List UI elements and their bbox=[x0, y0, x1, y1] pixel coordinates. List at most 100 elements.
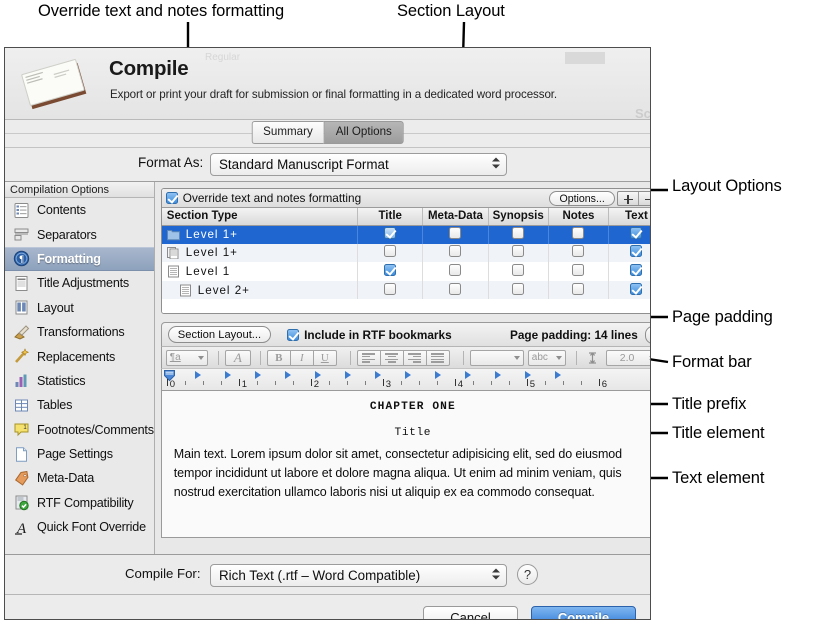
document-icon bbox=[167, 265, 180, 278]
table-row[interactable]: Level 1+ bbox=[161, 243, 650, 263]
ruler-number: 2 bbox=[313, 379, 320, 391]
align-right-icon[interactable] bbox=[402, 349, 427, 366]
title-prefix-text: CHAPTER ONE bbox=[369, 401, 456, 414]
notes-checkbox[interactable] bbox=[572, 245, 585, 258]
spelling-button[interactable]: abc bbox=[527, 349, 566, 366]
divider bbox=[259, 350, 261, 365]
add-layout-button[interactable] bbox=[618, 192, 640, 205]
options-button[interactable]: Options... bbox=[549, 191, 615, 206]
section-layout-button[interactable]: Section Layout... bbox=[167, 326, 272, 344]
synopsis-checkbox[interactable] bbox=[512, 245, 525, 258]
book-icon bbox=[21, 59, 87, 110]
sidebar-item-layout[interactable]: Layout bbox=[5, 296, 154, 320]
align-justify-icon[interactable] bbox=[425, 349, 450, 366]
title-element-text: Title bbox=[394, 427, 432, 440]
document-icon bbox=[179, 284, 192, 297]
line-spacing-icon bbox=[583, 350, 603, 366]
sidebar-title: Compilation Options bbox=[5, 182, 154, 198]
pilcrow-icon: ¶ bbox=[13, 250, 30, 267]
meta-data-checkbox[interactable] bbox=[449, 227, 462, 240]
column-header-text[interactable]: Text bbox=[608, 208, 650, 226]
dialog-buttons-row: Cancel Compile bbox=[5, 595, 650, 619]
table-row[interactable]: Level 1+ bbox=[161, 225, 650, 244]
line-spacing-stepper[interactable]: 2.0 bbox=[605, 349, 650, 366]
remove-layout-button[interactable] bbox=[639, 192, 650, 205]
text-style-group: B I U bbox=[266, 349, 337, 366]
font-button[interactable]: A bbox=[224, 349, 251, 366]
meta-data-checkbox[interactable] bbox=[449, 282, 462, 295]
sidebar-item-title-adjustments[interactable]: Title Adjustments bbox=[5, 271, 154, 295]
annotation-override-text: Override text and notes formatting bbox=[38, 2, 285, 20]
meta-data-checkbox[interactable] bbox=[449, 245, 462, 258]
sidebar-item-quick-font-override[interactable]: A Quick Font Override bbox=[5, 515, 154, 539]
synopsis-checkbox[interactable] bbox=[512, 263, 525, 276]
sidebar-item-footnotes-comments[interactable]: 1 Footnotes/Comments bbox=[5, 418, 154, 442]
text-checkbox[interactable] bbox=[630, 282, 643, 295]
divider bbox=[217, 350, 219, 365]
column-header-section-type[interactable]: Section Type bbox=[161, 208, 359, 226]
sidebar-item-rtf-compatibility[interactable]: RTF Compatibility bbox=[5, 491, 154, 515]
title-checkbox[interactable] bbox=[384, 227, 397, 240]
italic-button[interactable]: I bbox=[289, 349, 314, 366]
columns-icon bbox=[13, 299, 30, 316]
text-checkbox[interactable] bbox=[630, 227, 643, 240]
section-type-table: Section Type Title Meta-Data Synopsis No… bbox=[161, 208, 650, 300]
ruler-number: 4 bbox=[457, 379, 464, 391]
document-preview[interactable]: CHAPTER ONE Title Main text. Lorem ipsum… bbox=[160, 390, 650, 539]
column-header-synopsis[interactable]: Synopsis bbox=[488, 208, 549, 226]
sidebar-item-tables[interactable]: Tables bbox=[5, 393, 154, 417]
column-header-notes[interactable]: Notes bbox=[548, 208, 610, 226]
text-checkbox[interactable] bbox=[630, 263, 643, 276]
table-row[interactable]: Level 2+ bbox=[161, 280, 650, 300]
notes-checkbox[interactable] bbox=[572, 227, 585, 240]
align-left-icon[interactable] bbox=[356, 349, 381, 366]
formatting-pane: Override text and notes formatting Optio… bbox=[154, 182, 650, 554]
compile-button[interactable]: Compile bbox=[531, 606, 636, 619]
sidebar-item-label: Transformations bbox=[37, 325, 125, 340]
synopsis-checkbox[interactable] bbox=[512, 282, 525, 295]
sidebar-item-page-settings[interactable]: Page Settings bbox=[5, 442, 154, 466]
compile-for-select[interactable]: Rich Text (.rtf – Word Compatible) bbox=[210, 564, 507, 587]
override-checkbox[interactable] bbox=[165, 192, 178, 204]
table-row[interactable]: Level 1 bbox=[161, 262, 650, 281]
brush-icon bbox=[13, 324, 30, 341]
sidebar-item-formatting[interactable]: ¶ Formatting bbox=[5, 246, 154, 272]
sidebar-item-contents[interactable]: Contents bbox=[5, 198, 154, 222]
sidebar-item-statistics[interactable]: Statistics bbox=[5, 369, 154, 393]
sidebar-item-label: RTF Compatibility bbox=[37, 495, 134, 510]
rtf-check-icon bbox=[13, 494, 30, 511]
align-center-icon[interactable] bbox=[379, 349, 404, 366]
bold-button[interactable]: B bbox=[266, 349, 291, 366]
rtf-bookmarks-checkbox[interactable] bbox=[287, 328, 300, 341]
tab-all-options[interactable]: All Options bbox=[323, 121, 404, 144]
paragraph-style-button[interactable]: ¶a bbox=[165, 349, 208, 366]
notes-checkbox[interactable] bbox=[572, 263, 585, 276]
list-icon bbox=[13, 202, 30, 219]
sidebar-item-meta-data[interactable]: Meta-Data bbox=[5, 466, 154, 490]
title-checkbox[interactable] bbox=[384, 263, 397, 276]
notes-checkbox[interactable] bbox=[572, 282, 585, 295]
sidebar-item-replacements[interactable]: Replacements bbox=[5, 344, 154, 368]
layout-options-segmented-control[interactable] bbox=[616, 191, 650, 206]
synopsis-checkbox[interactable] bbox=[512, 227, 525, 240]
text-color-well[interactable] bbox=[469, 349, 524, 366]
tag-icon bbox=[13, 470, 30, 487]
format-as-select[interactable]: Standard Manuscript Format bbox=[210, 153, 507, 176]
sidebar-item-separators[interactable]: Separators bbox=[5, 222, 154, 246]
underline-button[interactable]: U bbox=[312, 349, 337, 366]
title-checkbox[interactable] bbox=[384, 245, 397, 258]
column-header-meta-data[interactable]: Meta-Data bbox=[422, 208, 489, 226]
page-padding-stepper[interactable] bbox=[644, 326, 650, 345]
sidebar-item-label: Tables bbox=[37, 398, 73, 413]
rtf-bookmarks-label: Include in RTF bookmarks bbox=[304, 327, 452, 342]
text-checkbox[interactable] bbox=[630, 245, 643, 258]
title-checkbox[interactable] bbox=[384, 282, 397, 295]
meta-data-checkbox[interactable] bbox=[449, 263, 462, 276]
sidebar-item-transformations[interactable]: Transformations bbox=[5, 320, 154, 344]
help-button[interactable]: ? bbox=[517, 564, 538, 585]
chevron-updown-icon bbox=[491, 568, 500, 583]
tab-summary[interactable]: Summary bbox=[251, 121, 324, 144]
column-header-title[interactable]: Title bbox=[357, 208, 424, 226]
cancel-button[interactable]: Cancel bbox=[423, 606, 518, 619]
ruler[interactable]: 0 1 2 3 4 5 6 bbox=[160, 368, 650, 391]
